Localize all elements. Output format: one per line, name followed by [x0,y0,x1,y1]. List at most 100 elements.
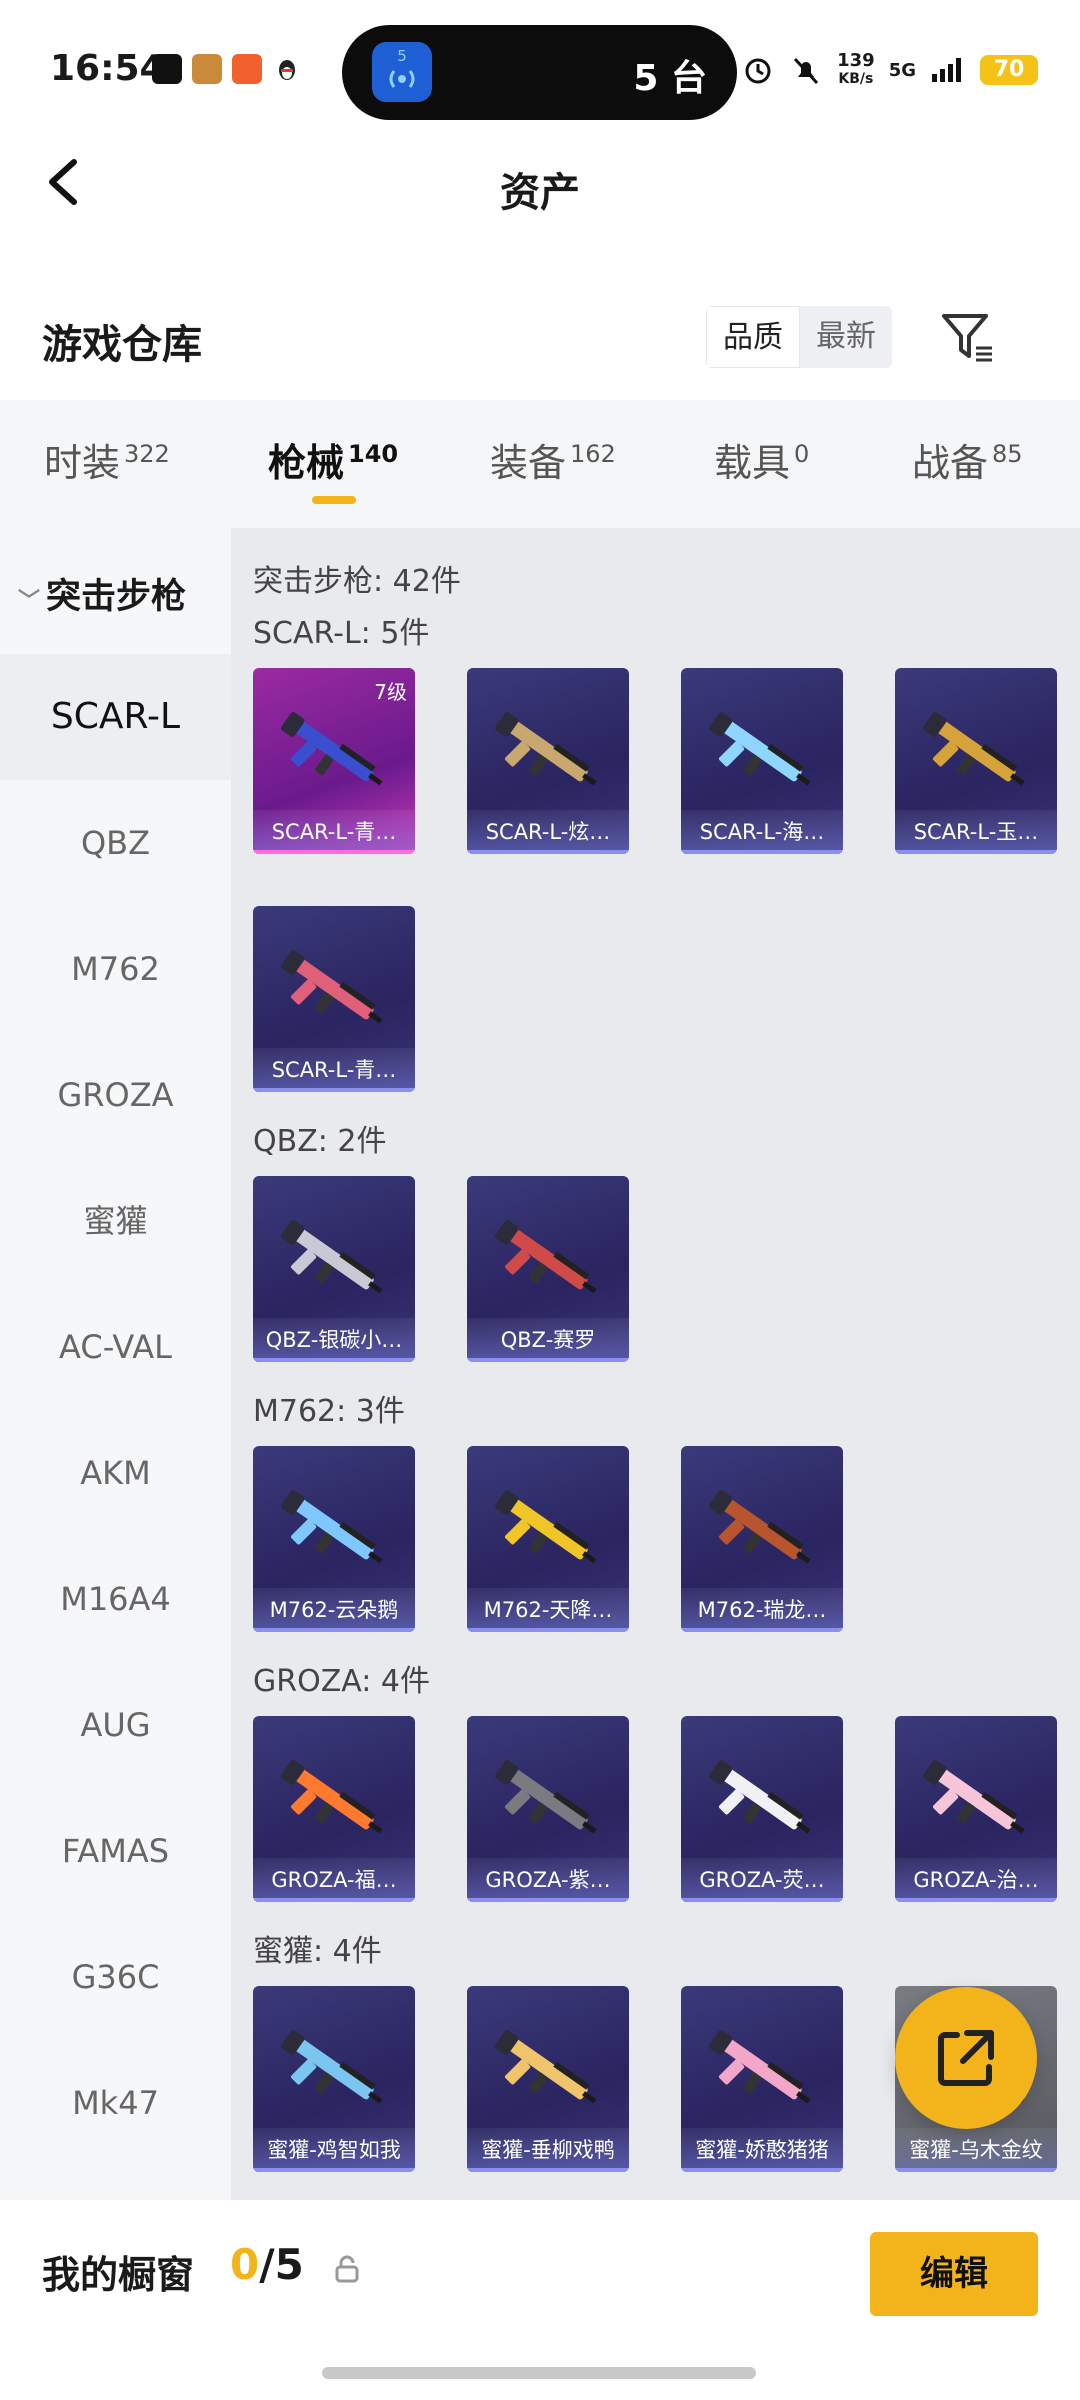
page-title: 资产 [500,170,580,216]
tab-vehicles[interactable]: 载具 0 [714,432,809,487]
edit-button[interactable]: 编辑 [870,2232,1038,2316]
sidebar-item[interactable]: Mk47 [0,2040,231,2166]
weapon-grid: 突击步枪: 42件 SCAR-L: 5件 7级 SCAR-L-青… SCAR-L-炫…… [231,528,1080,2200]
weapon-skin-card[interactable]: M762-云朵鹅 [253,1446,415,1632]
tab-supplies[interactable]: 战备 85 [912,432,1023,487]
weapon-skin-card[interactable]: SCAR-L-玉… [895,668,1057,854]
signal-5g: 5G [888,59,916,81]
page-header: 资产 [0,130,1080,240]
sidebar-item[interactable]: FAMAS [0,1788,231,1914]
weapon-skin-name: SCAR-L-青… [253,810,415,854]
weapon-skin-icon [281,1490,383,1564]
weapon-skin-name: 蜜獾-乌木金纹 [895,2128,1057,2172]
weapon-skin-card[interactable]: QBZ-银碳小… [253,1176,415,1362]
tab-label: 载具 [714,441,791,485]
weapon-skin-name: M762-瑞龙… [681,1588,843,1632]
sort-quality-button[interactable]: 品质 [706,306,800,368]
sidebar-item[interactable]: AUG [0,1662,231,1788]
sidebar-item[interactable]: 蜜獾 [0,1158,231,1284]
dynamic-island[interactable]: 5 5 台 [342,25,737,120]
share-fab[interactable] [895,1987,1037,2129]
weapon-skin-card[interactable]: M762-天降… [467,1446,629,1632]
section-title: M762: 3件 [253,1394,405,1429]
tab-fashion[interactable]: 时装 322 [44,432,170,487]
weapon-skin-name: QBZ-银碳小… [253,1318,415,1362]
weapon-skin-name: GROZA-紫… [467,1858,629,1902]
weapon-skin-icon [281,1220,383,1294]
sidebar-item[interactable]: GROZA [0,1032,231,1158]
tab-label: 装备 [490,441,567,485]
total-count: 突击步枪: 42件 [253,564,461,599]
island-badge: 5 [397,47,407,65]
alarm-icon [745,58,771,84]
tab-firearms[interactable]: 枪械 140 [268,432,398,487]
section-title: GROZA: 4件 [253,1664,430,1699]
sidebar-item[interactable]: M16A4 [0,1536,231,1662]
sidebar-item[interactable]: AC-VAL [0,1284,231,1410]
sidebar-item[interactable]: QBZ [0,780,231,906]
net-speed-value: 139 [837,50,875,71]
showcase-count-current: 0 [230,2240,260,2289]
weapon-skin-name: SCAR-L-玉… [895,810,1057,854]
home-indicator[interactable] [322,2367,756,2379]
weapon-skin-icon [923,1760,1025,1834]
tab-equipment[interactable]: 装备 162 [490,432,616,487]
external-link-icon [938,2030,994,2086]
weapon-skin-name: M762-云朵鹅 [253,1588,415,1632]
weapon-skin-card[interactable]: 蜜獾-鸡智如我 [253,1986,415,2172]
weapon-skin-card[interactable]: GROZA-福… [253,1716,415,1902]
weapon-skin-card[interactable]: 蜜獾-垂柳戏鸭 [467,1986,629,2172]
weapon-skin-icon [281,1760,383,1834]
weapon-skin-name: SCAR-L-青… [253,1048,415,1092]
weapon-skin-icon [709,2030,811,2104]
weapon-skin-icon [495,2030,597,2104]
sort-newest-button[interactable]: 最新 [800,306,892,368]
weapon-skin-icon [709,1490,811,1564]
weapon-skin-name: GROZA-荧… [681,1858,843,1902]
weapon-skin-card[interactable]: M762-瑞龙… [681,1446,843,1632]
status-bar: 16:54 5 5 台 139 KB/s 5G 70 [0,0,1080,130]
weapon-skin-name: M762-天降… [467,1588,629,1632]
status-icons: 139 KB/s 5G 70 [741,50,1038,90]
tab-label: 枪械 [268,441,345,485]
section-title: QBZ: 2件 [253,1124,387,1159]
weapon-skin-card[interactable]: SCAR-L-青… [253,906,415,1092]
sidebar-item[interactable]: G36C [0,1914,231,2040]
tab-count: 322 [124,440,170,468]
sort-toggle: 品质 最新 [706,306,892,368]
weapon-skin-name: GROZA-治… [895,1858,1057,1902]
weapon-skin-card[interactable]: GROZA-荧… [681,1716,843,1902]
weapon-skin-card[interactable]: SCAR-L-海… [681,668,843,854]
weapon-skin-card[interactable]: 蜜獾-娇憨猪猪 [681,1986,843,2172]
sidebar-item[interactable]: AKM [0,1410,231,1536]
active-tab-indicator [312,496,356,504]
weapon-skin-name: SCAR-L-炫… [467,810,629,854]
weapon-skin-name: QBZ-赛罗 [467,1318,629,1362]
sidebar-item[interactable]: M762 [0,906,231,1032]
weapon-skin-card[interactable]: SCAR-L-炫… [467,668,629,854]
weapon-skin-card[interactable]: 7级 SCAR-L-青… [253,668,415,854]
net-speed-unit: KB/s [838,71,874,87]
sidebar-item[interactable]: SCAR-L [0,654,231,780]
tab-label: 时装 [44,441,121,485]
level-badge: 7级 [374,680,407,704]
weapon-skin-icon [281,950,383,1024]
broadcast-icon: 5 [372,42,432,102]
mute-bell-icon [794,57,819,85]
tab-label: 战备 [912,441,989,485]
weapon-skin-name: GROZA-福… [253,1858,415,1902]
section-title: 蜜獾: 4件 [253,1934,382,1969]
qq-penguin-icon [272,54,302,84]
tab-count: 140 [348,440,399,468]
weapon-skin-card[interactable]: GROZA-紫… [467,1716,629,1902]
category-label: 突击步枪 [46,577,187,617]
weapon-skin-card[interactable]: GROZA-治… [895,1716,1057,1902]
tab-count: 162 [570,440,616,468]
weapon-skin-icon [495,1490,597,1564]
showcase-count-max: /5 [259,2240,304,2289]
app-notification-icon [232,54,262,84]
weapon-skin-card[interactable]: QBZ-赛罗 [467,1176,629,1362]
category-header[interactable]: ﹀ 突击步枪 [18,568,186,619]
filter-button[interactable] [938,308,996,366]
weapon-skin-icon [281,712,383,786]
